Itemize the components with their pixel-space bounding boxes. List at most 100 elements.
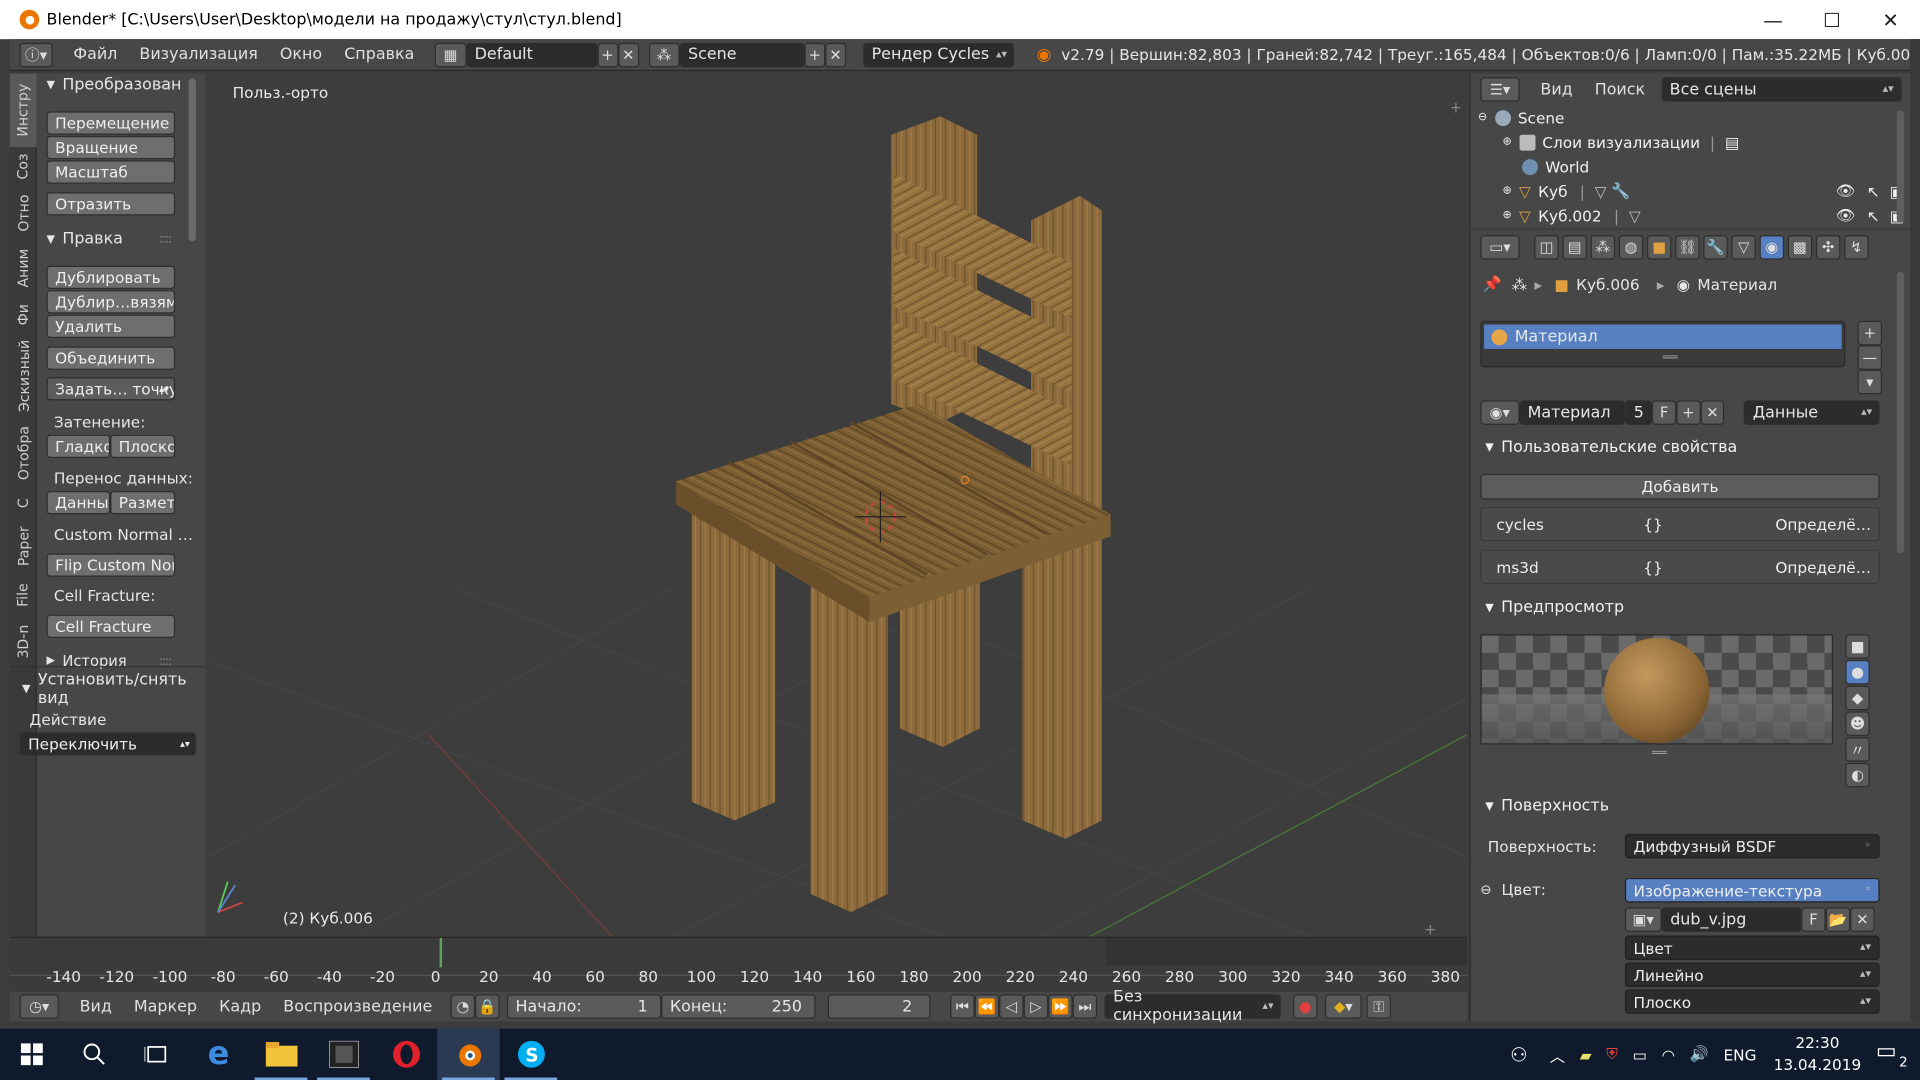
editor-type-timeline-icon[interactable]: ◷▾ xyxy=(19,994,59,1019)
add-property-button[interactable]: Добавить xyxy=(1480,473,1880,500)
properties-scrollbar[interactable] xyxy=(1896,271,1905,554)
preview-cube-icon[interactable]: ◆ xyxy=(1845,685,1870,711)
outliner-row-cube[interactable]: ⊕ ▽ Куб | ▽ 🔧 👁 ↖ ▣ xyxy=(1502,179,1911,203)
battery-icon[interactable]: ▭ xyxy=(1632,1045,1646,1063)
editor-type-outliner-icon[interactable]: ☰▾ xyxy=(1480,77,1520,102)
play-reverse-icon[interactable]: ◁ xyxy=(999,994,1024,1019)
flat-shading-button[interactable]: Плоско xyxy=(110,434,176,458)
selectable-arrow-icon[interactable]: ↖ xyxy=(1867,182,1880,200)
rotate-button[interactable]: Вращение xyxy=(46,135,176,160)
pin-icon[interactable]: 📌 xyxy=(1483,274,1502,294)
clock[interactable]: 22:30 13.04.2019 xyxy=(1774,1032,1862,1076)
action-dropdown[interactable]: Переключить ▴▾ xyxy=(19,732,196,756)
collapse-icon[interactable]: ⊖ xyxy=(1478,111,1487,123)
3d-viewport[interactable]: + + Польз.-орто (2) Куб.006 xyxy=(208,73,1467,937)
outliner-row-render-layers[interactable]: ⊕ Слои визуализации | ▤ xyxy=(1502,130,1739,154)
render-tab-icon[interactable]: ◫ xyxy=(1534,235,1559,260)
tab-paper[interactable]: Paper xyxy=(10,519,37,573)
collapse-icon[interactable]: ⊖ xyxy=(1480,882,1491,898)
link-dropdown[interactable]: Данные ▴▾ xyxy=(1744,400,1880,425)
outliner-scrollbar[interactable] xyxy=(1896,110,1905,223)
edit-property-button[interactable]: Определё… xyxy=(1775,516,1871,534)
visibility-eye-icon[interactable]: 👁 xyxy=(1836,206,1855,226)
keyframe-panel-header[interactable]: ▼ Установить/снять вид xyxy=(22,671,206,708)
start-frame-field[interactable]: Начало: 1 xyxy=(506,994,662,1019)
remove-slot-icon[interactable]: — xyxy=(1857,345,1883,370)
material-users-count[interactable]: 5 xyxy=(1625,400,1653,425)
outliner-row-cube-002[interactable]: ⊕ ▽ Куб.002 | ▽ 👁 ↖ ▣ xyxy=(1502,203,1911,227)
custom-normal-label[interactable]: Custom Normal … xyxy=(54,525,193,543)
render-engine-dropdown[interactable]: Рендер Cycles ▴▾ xyxy=(863,42,1015,67)
viewport-corner-icon[interactable]: + xyxy=(1450,100,1462,117)
scene-icon[interactable]: ⁂ xyxy=(648,42,680,67)
image-fake-user-button[interactable]: F xyxy=(1801,907,1826,932)
jump-keyframe-back-icon[interactable]: ⏪ xyxy=(974,994,1000,1019)
jump-start-icon[interactable]: ⏮ xyxy=(950,994,975,1019)
wifi-icon[interactable]: ◠ xyxy=(1662,1045,1675,1063)
preview-header[interactable]: ▼ Предпросмотр xyxy=(1485,599,1624,617)
resize-grip-icon[interactable]: ══ xyxy=(1663,351,1678,364)
browse-material-icon[interactable]: ◉▾ xyxy=(1480,400,1520,425)
menu-help[interactable]: Справка xyxy=(333,45,425,63)
tab-c[interactable]: С xyxy=(10,487,37,519)
tab-file[interactable]: File xyxy=(10,573,37,617)
selectable-arrow-icon[interactable]: ↖ xyxy=(1867,206,1880,224)
preview-world-icon[interactable]: ◐ xyxy=(1845,762,1870,788)
timeline-area[interactable]: -140 -120 -100 -80 -60 -40 -20 0 20 40 60 80 100 120 1… xyxy=(9,936,1467,992)
film-app-icon[interactable] xyxy=(312,1029,374,1080)
outliner-menu-search[interactable]: Поиск xyxy=(1584,80,1656,98)
timeline-menu-view[interactable]: Вид xyxy=(69,997,123,1015)
translate-button[interactable]: Перемещение xyxy=(46,111,176,135)
task-view-icon[interactable] xyxy=(125,1029,187,1080)
slot-specials-icon[interactable]: ▾ xyxy=(1857,369,1883,395)
join-button[interactable]: Объединить xyxy=(46,346,176,370)
tab-display[interactable]: Отобра xyxy=(10,419,37,488)
mirror-button[interactable]: Отразить xyxy=(46,192,176,216)
notifications-icon[interactable]: ▭ 2 xyxy=(1876,1038,1908,1070)
projection-dropdown[interactable]: Плоско ▴▾ xyxy=(1624,989,1880,1014)
cell-fracture-button[interactable]: Cell Fracture xyxy=(46,614,176,638)
transform-panel-header[interactable]: ▼ Преобразован:::: xyxy=(47,76,182,94)
search-icon[interactable] xyxy=(62,1029,124,1080)
blender-taskbar-icon[interactable] xyxy=(437,1028,500,1080)
set-origin-dropdown[interactable]: Задать… точку ▴▾ xyxy=(46,377,176,401)
remove-scene-icon[interactable]: ✕ xyxy=(825,42,846,67)
constraints-tab-icon[interactable]: ⛓ xyxy=(1675,235,1700,260)
data-transfer-button[interactable]: Данны xyxy=(46,491,111,515)
unlink-material-icon[interactable]: ✕ xyxy=(1700,400,1725,425)
outliner-row-world[interactable]: World xyxy=(1522,154,1589,178)
edge-browser-icon[interactable]: e xyxy=(187,1029,249,1080)
texture-tab-icon[interactable]: ▩ xyxy=(1787,235,1813,260)
skype-icon[interactable]: S xyxy=(500,1029,562,1080)
screen-layout-icon[interactable]: ▦ xyxy=(435,42,467,67)
defender-icon[interactable]: ⛨ xyxy=(1606,1044,1617,1064)
image-name-field[interactable]: dub_v.jpg xyxy=(1661,907,1802,932)
expand-icon[interactable]: ⊕ xyxy=(1502,136,1511,148)
browse-image-icon[interactable]: ▣▾ xyxy=(1624,907,1662,932)
play-icon[interactable]: ▷ xyxy=(1023,994,1049,1019)
lock-icon[interactable]: 🔒 xyxy=(475,994,500,1019)
viewport-corner-icon[interactable]: + xyxy=(1424,921,1436,936)
scene-tab-icon[interactable]: ⁂ xyxy=(1590,235,1616,260)
surface-shader-dropdown[interactable]: Диффузный BSDF ◦ xyxy=(1624,833,1880,859)
modifiers-tab-icon[interactable]: 🔧 xyxy=(1703,235,1728,260)
outliner-menu-view[interactable]: Вид xyxy=(1529,80,1583,98)
custom-properties-header[interactable]: ▼ Пользовательские свойства xyxy=(1485,438,1737,456)
tab-animation[interactable]: Аним xyxy=(10,240,37,296)
data-layout-button[interactable]: Размет xyxy=(110,491,176,515)
sync-dropdown[interactable]: Без синхронизации ▴▾ xyxy=(1104,988,1281,1025)
people-icon[interactable]: ⚇ xyxy=(1510,1043,1528,1066)
chevron-up-icon[interactable]: ︿ xyxy=(1550,1043,1565,1066)
fake-user-button[interactable]: F xyxy=(1652,400,1677,425)
delete-button[interactable]: Удалить xyxy=(46,314,176,338)
close-button[interactable]: ✕ xyxy=(1861,0,1920,39)
preview-sphere-icon[interactable]: ● xyxy=(1845,660,1870,685)
tab-tools[interactable]: Инстру xyxy=(9,73,37,147)
current-frame-field[interactable]: 2 xyxy=(827,994,931,1019)
toolshelf-scrollbar[interactable] xyxy=(188,78,196,242)
world-tab-icon[interactable]: ◍ xyxy=(1618,235,1644,260)
preview-hair-icon[interactable]: 〃 xyxy=(1845,737,1870,762)
physics-tab-icon[interactable]: ↯ xyxy=(1844,235,1869,260)
add-slot-icon[interactable]: + xyxy=(1857,320,1883,346)
smooth-shading-button[interactable]: Гладко xyxy=(46,434,111,458)
